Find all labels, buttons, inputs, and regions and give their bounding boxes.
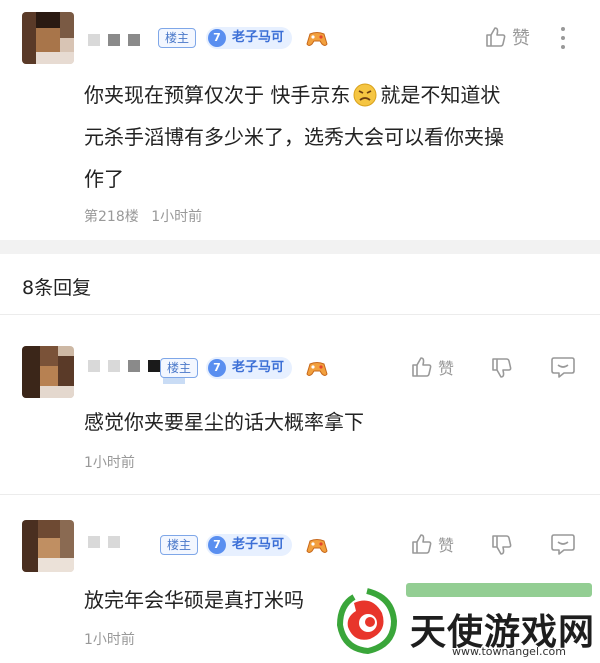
reply-text-tail: 吗 bbox=[284, 588, 304, 612]
gamepad-icon bbox=[306, 539, 328, 553]
thumbs-up-icon bbox=[412, 534, 432, 554]
angry-emoji-icon bbox=[353, 83, 377, 107]
level-title: 老子马可 bbox=[232, 360, 285, 375]
level-number: 7 bbox=[208, 536, 226, 554]
owner-badge: 楼主 bbox=[160, 535, 199, 555]
avatar[interactable] bbox=[22, 346, 74, 398]
section-gap bbox=[0, 240, 600, 254]
floor-number: 第218楼 bbox=[84, 209, 139, 225]
post-line-1-text: 你夹现在预算仅次于 快手京东 bbox=[84, 83, 351, 107]
post-meta: 第218楼 1小时前 bbox=[84, 206, 202, 226]
level-number: 7 bbox=[208, 359, 226, 377]
reply-time: 1小时前 bbox=[84, 455, 135, 471]
post-time: 1小时前 bbox=[151, 209, 203, 225]
post-content: 你夹现在预算仅次于 快手京东 就是不知道状 元杀手滔博有多少米了，选秀大会可以看… bbox=[84, 76, 584, 198]
like-label: 赞 bbox=[438, 536, 455, 555]
avatar[interactable] bbox=[22, 12, 74, 64]
avatar[interactable] bbox=[22, 520, 74, 572]
thumbs-up-icon bbox=[486, 27, 506, 47]
more-options-icon[interactable] bbox=[560, 26, 566, 50]
reply-time: 1小时前 bbox=[84, 632, 135, 648]
like-button[interactable]: 赞 bbox=[410, 532, 454, 556]
divider bbox=[0, 314, 600, 315]
username-redacted[interactable] bbox=[88, 34, 140, 46]
gamepad-icon bbox=[306, 362, 328, 376]
post-line-1-text-b: 就是不知道状 bbox=[380, 83, 501, 107]
post-line-1: 你夹现在预算仅次于 快手京东 就是不知道状 bbox=[84, 76, 584, 114]
watermark-url: www.townangel.com bbox=[452, 645, 566, 658]
owner-badge: 楼主 bbox=[160, 358, 199, 378]
like-label: 赞 bbox=[512, 28, 530, 49]
post-line-2: 元杀手滔博有多少米了，选秀大会可以看你夹操 bbox=[84, 125, 504, 149]
gamepad-icon bbox=[306, 32, 328, 46]
angel-logo-icon bbox=[336, 588, 398, 655]
like-button[interactable]: 赞 bbox=[484, 24, 530, 50]
watermark: 天使游戏网 www.townangel.com bbox=[326, 575, 600, 663]
username-redacted[interactable] bbox=[88, 536, 120, 548]
level-title: 老子马可 bbox=[232, 30, 285, 45]
thumbs-down-icon[interactable] bbox=[490, 356, 514, 380]
owner-badge: 楼主 bbox=[158, 28, 197, 48]
thumbs-down-icon[interactable] bbox=[490, 533, 514, 557]
post-line-3: 作了 bbox=[84, 167, 124, 191]
level-badge: 7 老子马可 bbox=[206, 27, 293, 49]
reply-content: 放完年会华硕是真打米吗 bbox=[84, 581, 304, 619]
reply-text: 放完年会华硕是真打米 bbox=[84, 588, 284, 612]
like-button[interactable]: 赞 bbox=[410, 355, 454, 379]
level-badge: 7 老子马可 bbox=[206, 357, 293, 379]
replies-count: 8条回复 bbox=[22, 277, 92, 299]
level-title: 老子马可 bbox=[232, 537, 285, 552]
reply-bubble-icon[interactable] bbox=[550, 532, 576, 556]
level-number: 7 bbox=[208, 29, 226, 47]
level-badge: 7 老子马可 bbox=[206, 534, 293, 556]
reply-bubble-icon[interactable] bbox=[550, 355, 576, 379]
thumbs-up-icon bbox=[412, 357, 432, 377]
username-redacted[interactable] bbox=[88, 360, 160, 372]
like-label: 赞 bbox=[438, 359, 455, 378]
reply-content: 感觉你夹要星尘的话大概率拿下 bbox=[84, 410, 364, 434]
divider bbox=[0, 494, 600, 495]
